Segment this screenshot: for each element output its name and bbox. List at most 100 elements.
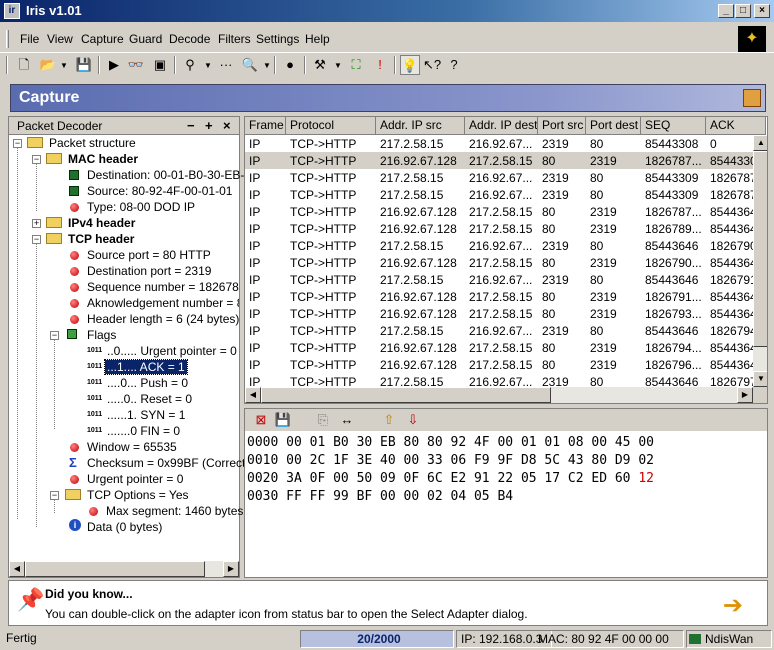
tree-node-mac-destination[interactable]: Destination: 00-01-B0-30-EB-80 [9, 167, 258, 183]
table-row[interactable]: IP TCP->HTTP 216.92.67.128 217.2.58.15 80 231… [245, 339, 758, 356]
tree-node-flag-syn[interactable]: 1011 ......1. SYN = 1 [9, 407, 239, 423]
table-row[interactable]: IP TCP->HTTP 217.2.58.15 216.92.67... 2319 80… [245, 135, 755, 152]
minimize-button[interactable]: _ [718, 4, 734, 18]
table-horizontal-scrollbar[interactable]: ◀ ▶ [245, 387, 753, 403]
about-help-icon[interactable]: ? [444, 55, 464, 75]
tree-node-flag-fin[interactable]: 1011 .......0 FIN = 0 [9, 423, 239, 439]
save-hex-icon[interactable]: 💾 [273, 410, 293, 430]
menu-help[interactable]: Help [305, 32, 330, 46]
tree-node-sequence-number[interactable]: Sequence number = 182678767 [9, 279, 239, 295]
table-vertical-scrollbar[interactable]: ▲ ▼ [753, 135, 767, 387]
table-row[interactable]: IP TCP->HTTP 217.2.58.15 216.92.67... 2319 80… [245, 186, 757, 203]
decoder-horizontal-scrollbar[interactable]: ◀ ▶ [9, 561, 239, 577]
tree-node-flag-ack[interactable]: 1011 ...1.... ACK = 1 [9, 359, 239, 375]
table-row[interactable]: IP TCP->HTTP 217.2.58.15 216.92.67... 2319 80… [245, 322, 757, 339]
table-row[interactable]: IP TCP->HTTP 216.92.67.128 217.2.58.15 80 231… [245, 288, 758, 305]
next-tip-arrow-icon[interactable]: ➔ [723, 591, 743, 620]
context-help-icon[interactable]: ↖? [422, 55, 442, 75]
tree-node-ipv4-header[interactable]: + IPv4 header [9, 215, 239, 231]
table-row[interactable]: IP TCP->HTTP 217.2.58.15 216.92.67... 2319 80… [245, 271, 757, 288]
dots-icon[interactable]: ··· [216, 55, 236, 75]
tree-node-tcp-header[interactable]: − TCP header [9, 231, 239, 247]
collapse-toggle-icon[interactable]: − [32, 235, 41, 244]
tree-node-source-port[interactable]: Source port = 80 HTTP [9, 247, 239, 263]
tree-node-flags[interactable]: − Flags [9, 327, 239, 343]
tree-node-ack-number[interactable]: Aknowledgement number = 854 [9, 295, 239, 311]
network-icon[interactable]: ⛶ [346, 55, 366, 75]
binoculars-icon[interactable]: 👓 [126, 55, 146, 75]
menu-view[interactable]: View [47, 32, 73, 46]
scroll-up-icon[interactable]: ▲ [753, 135, 767, 151]
tree-node-root[interactable]: − Packet structure [9, 135, 239, 151]
collapse-toggle-icon[interactable]: − [50, 491, 59, 500]
column-header-seq[interactable]: SEQ [641, 117, 706, 135]
tree-node-mac-source[interactable]: Source: 80-92-4F-00-01-01 [9, 183, 239, 199]
column-header-ip-dest[interactable]: Addr. IP dest [465, 117, 538, 135]
tip-bulb-icon[interactable]: 💡 [400, 55, 420, 75]
scroll-down-icon[interactable]: ▼ [753, 371, 767, 387]
scroll-thumb[interactable] [753, 151, 767, 347]
copy-icon[interactable]: ⎘ [313, 410, 333, 430]
window-view-icon[interactable]: ▣ [150, 55, 170, 75]
column-header-ip-src[interactable]: Addr. IP src [376, 117, 465, 135]
open-dropdown-icon[interactable]: ▼ [60, 61, 68, 70]
maximize-button[interactable]: □ [735, 4, 751, 18]
toolbar-grip[interactable] [6, 56, 8, 74]
column-header-protocol[interactable]: Protocol [286, 117, 376, 135]
filter-dropdown-icon[interactable]: ▼ [204, 61, 212, 70]
tree-node-data[interactable]: i Data (0 bytes) [9, 519, 239, 535]
tree-node-mac-type[interactable]: Type: 08-00 DOD IP [9, 199, 239, 215]
save-icon[interactable]: 💾 [74, 55, 94, 75]
expand-toggle-icon[interactable]: + [32, 219, 41, 228]
color-balls-icon[interactable]: ● [280, 55, 300, 75]
menu-capture[interactable]: Capture [81, 32, 124, 46]
menu-filters[interactable]: Filters [218, 32, 251, 46]
scroll-left-icon[interactable]: ◀ [9, 561, 25, 577]
table-row[interactable]: IP TCP->HTTP 217.2.58.15 216.92.67... 2319 80… [245, 237, 757, 254]
find-icon[interactable]: 🔍 [240, 55, 260, 75]
table-row[interactable]: IP TCP->HTTP 216.92.67.128 217.2.58.15 80 231… [245, 254, 758, 271]
tree-node-header-length[interactable]: Header length = 6 (24 bytes) [9, 311, 239, 327]
tools-icon[interactable]: ⚒ [310, 55, 330, 75]
column-header-frame[interactable]: Frame [245, 117, 286, 135]
column-header-port-dest[interactable]: Port dest [586, 117, 641, 135]
send-up-icon[interactable]: ⇧ [379, 410, 399, 430]
tree-node-urgent-pointer[interactable]: Urgent pointer = 0 [9, 471, 239, 487]
collapse-button[interactable]: − [187, 118, 195, 133]
filter-icon[interactable]: ⚲ [180, 55, 200, 75]
tree-node-destination-port[interactable]: Destination port = 2319 [9, 263, 239, 279]
scroll-thumb[interactable] [261, 387, 551, 403]
fit-width-icon[interactable]: ↔ [337, 410, 357, 430]
table-row[interactable]: IP TCP->HTTP 216.92.67.128 217.2.58.15 80 231… [245, 305, 758, 322]
adapter-icon[interactable] [689, 634, 701, 644]
tree-node-max-segment[interactable]: Max segment: 1460 bytes [9, 503, 243, 519]
tree-node-flag-urgent[interactable]: 1011 ..0..... Urgent pointer = 0 [9, 343, 239, 359]
collapse-toggle-icon[interactable]: − [13, 139, 22, 148]
column-header-port-src[interactable]: Port src [538, 117, 586, 135]
collapse-toggle-icon[interactable]: − [50, 331, 59, 340]
open-folder-icon[interactable]: 📂 [38, 55, 58, 75]
scroll-left-icon[interactable]: ◀ [245, 387, 261, 403]
tree-node-flag-reset[interactable]: 1011 .....0.. Reset = 0 [9, 391, 239, 407]
close-button[interactable]: × [754, 4, 770, 18]
alert-icon[interactable]: ! [370, 55, 390, 75]
scroll-right-icon[interactable]: ▶ [737, 387, 753, 403]
table-row[interactable]: IP TCP->HTTP 216.92.67.128 217.2.58.15 80 231… [245, 356, 758, 373]
table-row[interactable]: IP TCP->HTTP 216.92.67.128 217.2.58.15 80 231… [245, 152, 758, 169]
tree-node-mac-header[interactable]: − MAC header [9, 151, 239, 167]
adapter-status[interactable]: NdisWan [686, 630, 772, 648]
menu-decode[interactable]: Decode [169, 32, 210, 46]
receive-down-icon[interactable]: ⇩ [403, 410, 423, 430]
new-file-icon[interactable]: 🗋 [14, 55, 34, 75]
expand-button[interactable]: + [205, 118, 213, 133]
app-icon[interactable]: ir [4, 3, 20, 19]
tree-node-tcp-options[interactable]: − TCP Options = Yes [9, 487, 239, 503]
scroll-right-icon[interactable]: ▶ [223, 561, 239, 577]
close-panel-button[interactable]: × [223, 118, 231, 133]
clear-icon[interactable]: ⊠ [251, 410, 271, 430]
menu-guard[interactable]: Guard [129, 32, 162, 46]
column-header-ack[interactable]: ACK [706, 117, 766, 135]
menu-grip[interactable] [6, 30, 9, 48]
table-row[interactable]: IP TCP->HTTP 216.92.67.128 217.2.58.15 80 231… [245, 220, 758, 237]
menu-settings[interactable]: Settings [256, 32, 299, 46]
